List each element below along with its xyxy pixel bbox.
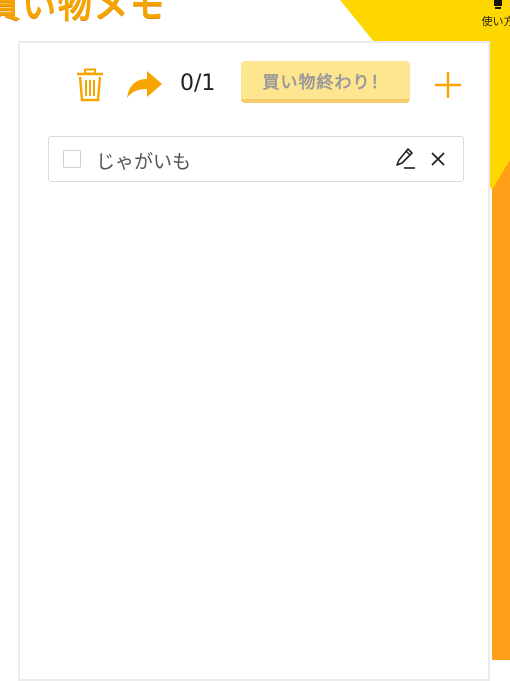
pencil-icon [395,147,417,171]
delete-item-button[interactable] [427,148,449,170]
add-item-button[interactable] [432,69,464,101]
plus-icon [433,70,463,100]
help-label: 使い方 [482,13,510,29]
clear-list-button[interactable] [74,67,106,103]
share-button[interactable] [124,69,164,101]
edit-item-button[interactable] [395,147,417,171]
item-counter: 0/1 [180,71,215,96]
help-link[interactable]: 使い方 [478,0,510,29]
trash-icon [76,68,104,102]
share-forward-icon [125,70,163,100]
item-label: じゃがいも [96,147,191,174]
list-item: じゃがいも [48,136,464,182]
lightbulb-icon [489,0,507,12]
toolbar: 0/1 買い物終わり！ [20,43,488,125]
app-title: 買い物メモ [0,0,166,27]
close-icon [429,150,447,168]
finish-shopping-button[interactable]: 買い物終わり！ [241,61,410,103]
item-checkbox[interactable] [63,150,81,168]
shopping-list-card: 0/1 買い物終わり！ じゃがいも [18,41,490,681]
